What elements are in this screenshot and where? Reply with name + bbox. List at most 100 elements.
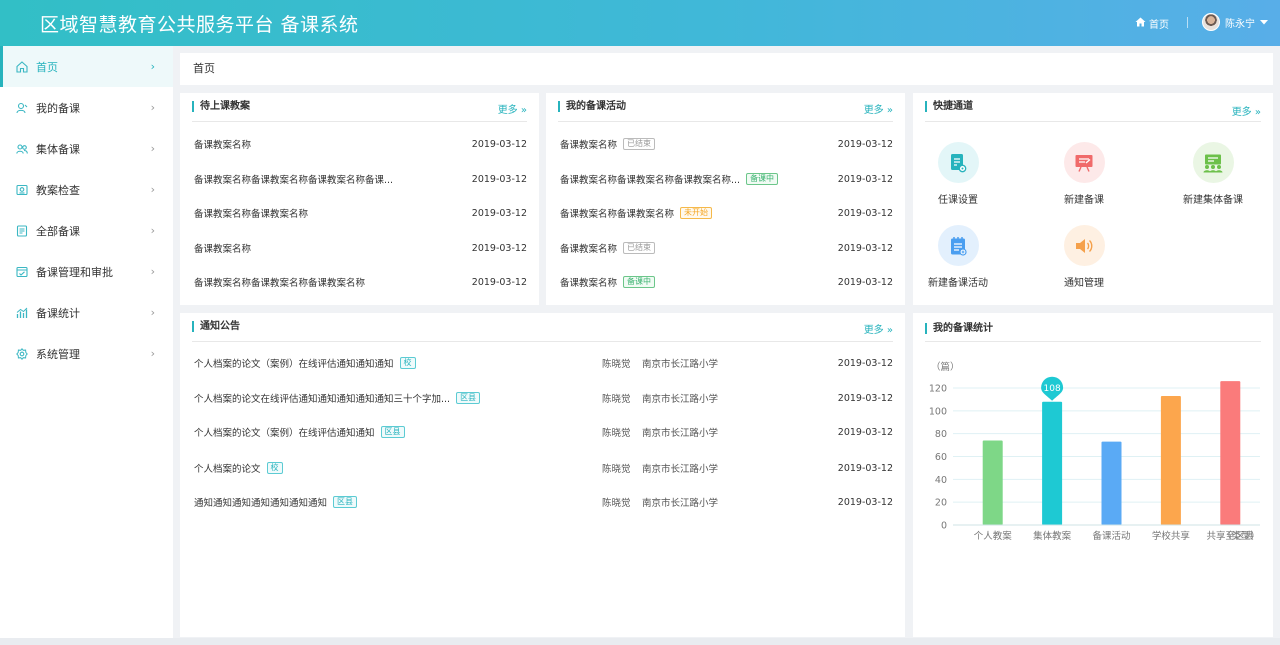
shortcut-new-activity[interactable]: 新建备课活动 (913, 225, 1003, 289)
panel-header: 待上课教案 更多 » (192, 93, 527, 122)
lesson-name: 备课教案名称备课教案名称备课教案名称备课... (194, 175, 394, 186)
stats-icon (16, 307, 28, 319)
notice-row[interactable]: 个人档案的论文（案例）在线评估通知通知通知校 陈晓觉 南京市长江路小学 2019-03… (194, 354, 893, 372)
activity-name: 备课教案名称 (560, 140, 618, 151)
header-home-link[interactable]: 首页 (1135, 16, 1169, 31)
notice-date: 2019-03-12 (837, 462, 893, 474)
top-header: 区域智慧教育公共服务平台 备课系统 首页 陈永宁 (0, 0, 1280, 46)
shortcuts-panel: 快捷通道 更多 » 任课设置 新建备课 新建集体备课 新建备课活动 通知管理 (913, 93, 1273, 305)
notice-date: 2019-03-12 (837, 357, 893, 369)
chevron-right-icon: › (150, 183, 155, 196)
more-label: 更多 (863, 325, 884, 336)
chevron-right-icon: › (150, 60, 155, 73)
activity-date: 2019-03-12 (837, 242, 893, 254)
x-tick-label: 个人教案 (974, 530, 1013, 542)
breadcrumb: 首页 (180, 53, 1273, 85)
lesson-date: 2019-03-12 (471, 207, 527, 219)
chart-bar (1220, 381, 1241, 525)
sidebar-item[interactable]: 系统管理 › (0, 333, 173, 374)
panel-title: 我的备课活动 (558, 101, 626, 112)
sidebar-item[interactable]: 全部备课 › (0, 210, 173, 251)
document-icon (16, 224, 28, 237)
list-item[interactable]: 备课教案名称 已结束 2019-03-12 (560, 239, 893, 257)
group-icon (16, 143, 28, 155)
shortcut-label: 任课设置 (938, 195, 978, 206)
bar-value-label: 108 (1044, 384, 1061, 394)
list-item[interactable]: 备课教案名称备课教案名称 2019-03-12 (194, 204, 527, 222)
shortcut-new-group-lesson[interactable]: 新建集体备课 (1168, 142, 1258, 206)
list-item[interactable]: 备课教案名称 2019-03-12 (194, 135, 527, 153)
notice-title: 个人档案的论文（案例）在线评估通知通知通知 (194, 359, 394, 370)
y-tick-label: 120 (929, 384, 947, 395)
activities-more-link[interactable]: 更多 » (864, 101, 893, 116)
activity-date: 2019-03-12 (837, 207, 893, 219)
notice-author: 陈晓觉 (602, 359, 631, 370)
chart-bar (982, 440, 1003, 525)
y-tick-label: 0 (941, 521, 947, 532)
scope-badge: 区县 (456, 392, 481, 404)
notice-row[interactable]: 个人档案的论文校 陈晓觉 南京市长江路小学 2019-03-12 (194, 459, 893, 477)
list-item[interactable]: 备课教案名称 已结束 2019-03-12 (560, 135, 893, 153)
pending-more-link[interactable]: 更多 » (498, 101, 527, 116)
sidebar-item[interactable]: 我的备课 › (0, 87, 173, 128)
y-tick-label: 40 (935, 475, 947, 486)
scope-badge: 区县 (380, 426, 405, 438)
panel-title: 通知公告 (192, 321, 240, 332)
list-item[interactable]: 备课教案名称备课教案名称备课教案名称... 备课中 2019-03-12 (560, 170, 893, 188)
chevron-right-icon: › (150, 101, 155, 114)
shortcuts-more-link[interactable]: 更多 » (1232, 103, 1261, 118)
lesson-date: 2019-03-12 (471, 276, 527, 288)
chevron-right-icon: › (150, 306, 155, 319)
pending-lessons-panel: 待上课教案 更多 » 备课教案名称 2019-03-12 备课教案名称备课教案名称备… (180, 93, 539, 305)
shortcut-course-settings[interactable]: 任课设置 (913, 142, 1003, 206)
notice-row[interactable]: 个人档案的论文在线评估通知通知通知通知通知三十个字加... 区县 陈晓觉 南京市长江路… (194, 389, 893, 407)
home-icon (16, 60, 28, 73)
sidebar-item-label: 首页 (36, 60, 58, 74)
notice-date: 2019-03-12 (837, 496, 893, 508)
notice-row[interactable]: 个人档案的论文（案例）在线评估通知通知 区县 陈晓觉 南京市长江路小学 2019-03-… (194, 423, 893, 441)
sidebar-item-label: 全部备课 (36, 224, 80, 238)
notice-author: 陈晓觉 (602, 428, 631, 439)
sidebar-item[interactable]: 集体备课 › (0, 128, 173, 169)
settings-icon (16, 347, 28, 360)
sidebar-item[interactable]: 首页 › (0, 46, 173, 87)
sidebar-item[interactable]: 备课管理和审批 › (0, 251, 173, 292)
list-item[interactable]: 备课教案名称备课教案名称备课教案名称备课... 2019-03-12 (194, 170, 527, 188)
status-badge: 已结束 (623, 138, 656, 150)
chevron-right-icon: › (150, 224, 155, 237)
list-item[interactable]: 备课教案名称 2019-03-12 (194, 239, 527, 257)
notices-more-link[interactable]: 更多 » (864, 321, 893, 336)
new-activity-icon (937, 225, 979, 266)
course-settings-icon (937, 142, 979, 183)
notice-row[interactable]: 通知通知通知通知通知通知通知 区县 陈晓觉 南京市长江路小学 2019-03-12 (194, 493, 893, 511)
activity-date: 2019-03-12 (837, 173, 893, 185)
stats-panel: 我的备课统计 （篇） 0 20 40 60 80 100 120 个人教案 集体教案 108 备课活动… (913, 313, 1273, 637)
activity-name: 备课教案名称 (560, 278, 618, 289)
inspect-icon (16, 184, 28, 196)
approve-icon (16, 266, 28, 278)
notice-author: 陈晓觉 (602, 464, 631, 475)
notices-panel: 通知公告 更多 » 个人档案的论文（案例）在线评估通知通知通知校陈晓觉 南京市长江… (180, 313, 905, 637)
notice-author: 陈晓觉 (602, 394, 631, 405)
lesson-name: 备课教案名称备课教案名称备课教案名称 (194, 278, 366, 289)
status-badge: 未开始 (680, 207, 713, 219)
list-item[interactable]: 备课教案名称备课教案名称备课教案名称 2019-03-12 (194, 273, 527, 291)
shortcut-speaker[interactable]: 通知管理 (1039, 225, 1129, 289)
lesson-name: 备课教案名称备课教案名称 (194, 209, 309, 220)
lesson-date: 2019-03-12 (471, 242, 527, 254)
bottom-strip (0, 638, 1280, 645)
list-item[interactable]: 备课教案名称 备课中 2019-03-12 (560, 273, 893, 291)
chart-bar (1101, 441, 1122, 525)
status-badge: 备课中 (746, 173, 779, 185)
sidebar-item-label: 备课管理和审批 (36, 265, 113, 279)
panel-header: 我的备课活动 更多 » (558, 93, 893, 122)
activity-name: 备课教案名称备课教案名称 (560, 209, 675, 220)
sidebar-item-label: 我的备课 (36, 101, 80, 115)
shortcut-new-lesson[interactable]: 新建备课 (1039, 142, 1129, 206)
more-label: 更多 (497, 105, 518, 116)
notice-title: 个人档案的论文在线评估通知通知通知通知通知三十个字加... (194, 394, 451, 405)
list-item[interactable]: 备课教案名称备课教案名称 未开始 2019-03-12 (560, 204, 893, 222)
sidebar-item[interactable]: 教案检查 › (0, 169, 173, 210)
sidebar-item[interactable]: 备课统计 › (0, 292, 173, 333)
user-menu[interactable]: 陈永宁 (1202, 13, 1268, 31)
